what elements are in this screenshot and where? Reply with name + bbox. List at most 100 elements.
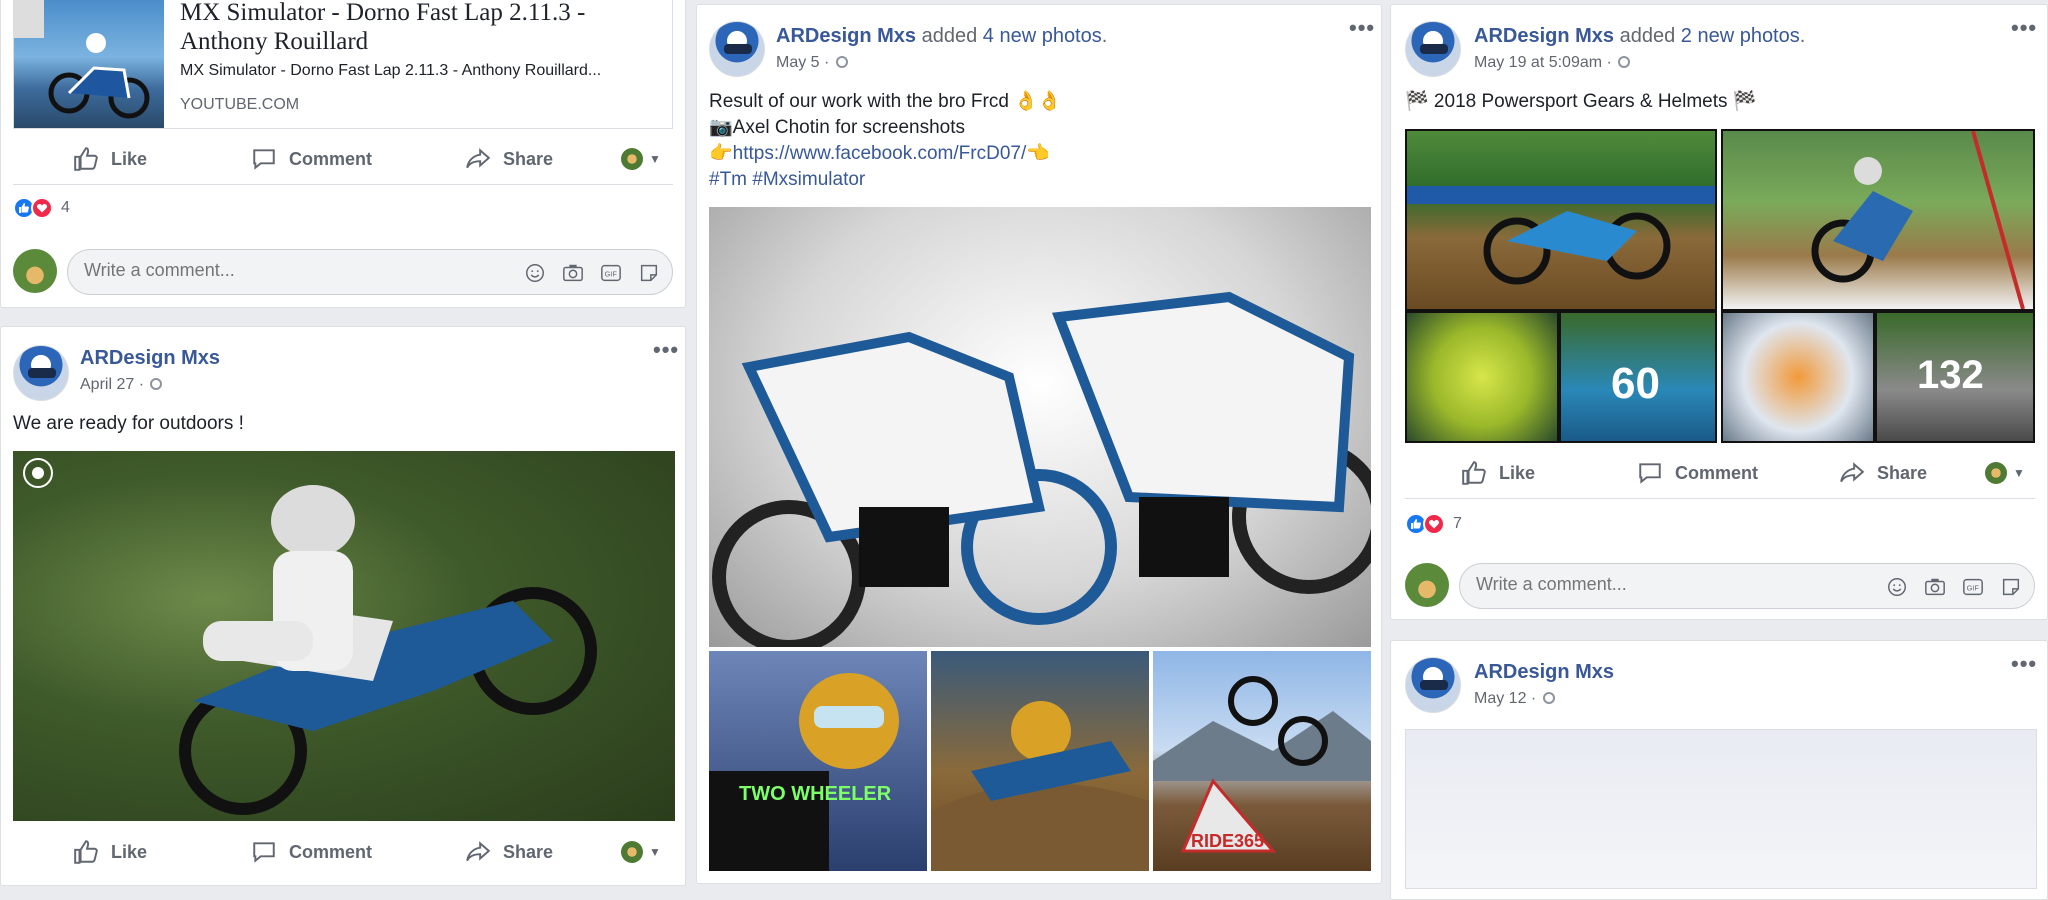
- audience-avatar-icon: [621, 148, 643, 170]
- like-button[interactable]: Like: [73, 827, 147, 877]
- link-preview[interactable]: MX Simulator - Dorno Fast Lap 2.11.3 - A…: [13, 0, 673, 129]
- gif-icon[interactable]: GIF: [598, 261, 624, 285]
- post-photo[interactable]: [1405, 729, 2037, 889]
- commenter-avatar[interactable]: [1405, 563, 1449, 607]
- page-avatar[interactable]: [1405, 21, 1461, 77]
- more-options-icon[interactable]: •••: [2011, 15, 2037, 41]
- love-reaction-icon: [31, 197, 53, 219]
- post-author-line: ARDesign Mxs added 2 new photos.: [1474, 25, 1805, 48]
- main-photo[interactable]: [709, 207, 1371, 647]
- share-icon: [466, 148, 491, 169]
- camera-icon[interactable]: [1922, 575, 1948, 599]
- comment-icon: [253, 149, 275, 170]
- actions-divider: [1405, 498, 2035, 499]
- commenter-avatar[interactable]: [13, 249, 57, 293]
- collage-top-right[interactable]: [1723, 130, 2033, 310]
- audience-selector[interactable]: ▼: [621, 134, 661, 184]
- collage-bottom-right-b[interactable]: 132: [1877, 313, 2033, 441]
- page-avatar[interactable]: [13, 345, 69, 401]
- globe-icon: [1618, 56, 1631, 68]
- sticker-icon[interactable]: [636, 261, 662, 285]
- link-title-line2[interactable]: Anthony Rouillard: [180, 27, 585, 56]
- post-card-may12: ARDesign Mxs May 12 · •••: [1390, 640, 2048, 900]
- thumb-photo-2[interactable]: [931, 651, 1149, 871]
- globe-icon: [835, 56, 848, 68]
- thumb-photo-1[interactable]: TWO WHEELER: [709, 651, 927, 871]
- post-meta[interactable]: May 12 ·: [1474, 690, 1555, 708]
- comment-icon: [253, 842, 275, 863]
- comment-input[interactable]: [84, 260, 384, 281]
- post-date[interactable]: April 27 ·: [80, 376, 144, 393]
- post-meta[interactable]: May 19 at 5:09am ·: [1474, 54, 1631, 72]
- added-prefix: added: [1619, 25, 1681, 47]
- svg-text:GIF: GIF: [1967, 584, 1980, 593]
- more-options-icon[interactable]: •••: [653, 337, 679, 363]
- audience-selector[interactable]: ▼: [1985, 448, 2025, 498]
- link-title-line1[interactable]: MX Simulator - Dorno Fast Lap 2.11.3 -: [180, 0, 585, 27]
- like-button[interactable]: Like: [1461, 448, 1535, 498]
- motocross-thumbnail-art: [14, 0, 150, 119]
- share-button[interactable]: Share: [1839, 448, 1927, 498]
- emoji-icon[interactable]: [1884, 575, 1910, 599]
- share-icon: [466, 841, 491, 862]
- post-photo[interactable]: [13, 451, 675, 821]
- post-author[interactable]: ARDesign Mxs: [1474, 25, 1614, 47]
- like-label: Like: [1499, 462, 1536, 483]
- post-author[interactable]: ARDesign Mxs: [80, 347, 220, 370]
- post-text: 🏁 2018 Powersport Gears & Helmets 🏁: [1405, 91, 1757, 112]
- collage-top-left[interactable]: [1407, 131, 1715, 309]
- share-button[interactable]: Share: [465, 827, 553, 877]
- post-meta[interactable]: April 27 ·: [80, 376, 163, 394]
- reactions-summary[interactable]: 7: [1405, 513, 1462, 535]
- link-title[interactable]: MX Simulator - Dorno Fast Lap 2.11.3 - A…: [180, 0, 585, 56]
- hashtags[interactable]: #Tm #Mxsimulator: [709, 167, 1061, 193]
- post-meta[interactable]: May 5 ·: [776, 54, 848, 72]
- reactions-summary[interactable]: 4: [13, 197, 70, 219]
- sticker-icon[interactable]: [1998, 575, 2024, 599]
- more-options-icon[interactable]: •••: [2011, 651, 2037, 677]
- like-button[interactable]: Like: [73, 134, 147, 184]
- added-photos-link[interactable]: 2 new photos: [1681, 25, 1800, 47]
- comment-box[interactable]: GIF: [1459, 563, 2035, 609]
- comment-input[interactable]: [1476, 574, 1776, 595]
- comment-button[interactable]: Comment: [251, 827, 372, 877]
- rider-helmet-art: [709, 673, 899, 871]
- comment-button[interactable]: Comment: [1637, 448, 1758, 498]
- thumbs-up-icon: [74, 147, 98, 171]
- audience-selector[interactable]: ▼: [621, 827, 661, 877]
- collage-bottom-left-b[interactable]: 60: [1561, 313, 1715, 441]
- comment-button[interactable]: Comment: [251, 134, 372, 184]
- comment-box[interactable]: GIF: [67, 249, 673, 295]
- chevron-down-icon: ▼: [649, 845, 661, 859]
- post-author[interactable]: ARDesign Mxs: [776, 25, 916, 47]
- post-actions: Like Comment Share ▼: [13, 827, 673, 877]
- more-options-icon[interactable]: •••: [1349, 15, 1375, 41]
- two-bikes-render-art: [712, 291, 1371, 647]
- post-date[interactable]: May 12 ·: [1474, 690, 1536, 707]
- collage-photo-1[interactable]: 60: [1405, 129, 1717, 443]
- share-label: Share: [503, 148, 554, 169]
- facebook-link[interactable]: https://www.facebook.com/FrcD07/: [733, 143, 1027, 164]
- added-suffix: .: [1799, 25, 1806, 47]
- share-button[interactable]: Share: [465, 134, 553, 184]
- collage-bottom-left-a[interactable]: [1407, 313, 1557, 441]
- emoji-icon[interactable]: [522, 261, 548, 285]
- added-photos-link[interactable]: 4 new photos: [983, 25, 1102, 47]
- photo-banner-text: RIDE365: [1191, 831, 1265, 851]
- camera-icon[interactable]: [560, 261, 586, 285]
- collage-photo-2[interactable]: 132: [1721, 129, 2035, 443]
- post-date[interactable]: May 5 ·: [776, 54, 829, 71]
- comment-label: Comment: [289, 148, 373, 169]
- post-author[interactable]: ARDesign Mxs: [1474, 661, 1614, 684]
- thumb-photo-3[interactable]: RIDE365: [1153, 651, 1371, 871]
- rider-track-art: [1407, 186, 1715, 285]
- share-label: Share: [503, 841, 554, 862]
- gif-icon[interactable]: GIF: [1960, 575, 1986, 599]
- link-thumbnail[interactable]: [14, 0, 164, 128]
- page-avatar[interactable]: [1405, 657, 1461, 713]
- page-avatar[interactable]: [709, 21, 765, 77]
- added-suffix: .: [1101, 25, 1108, 47]
- rider-wheelie-art: [1811, 130, 2025, 310]
- post-date[interactable]: May 19 at 5:09am ·: [1474, 54, 1612, 71]
- collage-bottom-right-a[interactable]: [1723, 313, 1873, 441]
